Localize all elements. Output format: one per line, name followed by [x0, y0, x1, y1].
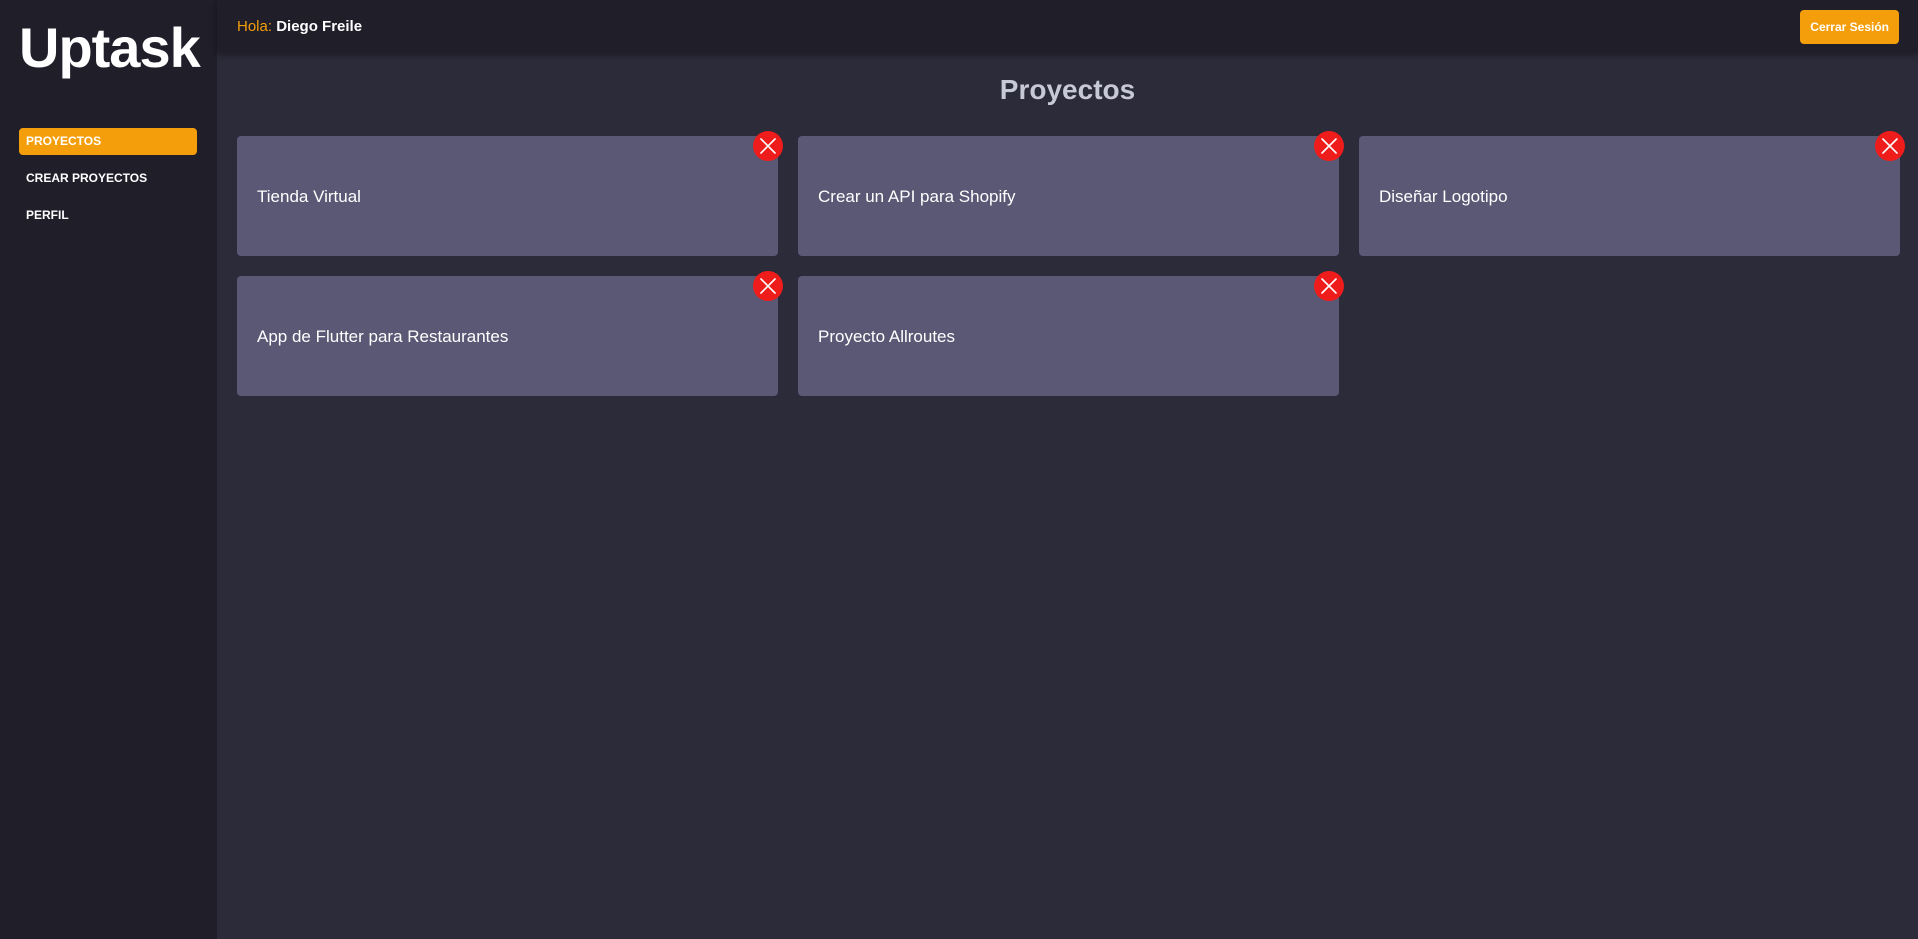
project-name: Tienda Virtual [257, 187, 361, 206]
app: Uptask PROYECTOS CREAR PROYECTOS PERFIL … [0, 0, 1918, 939]
project-card[interactable]: Tienda Virtual [237, 131, 783, 256]
sidebar-item-perfil[interactable]: PERFIL [19, 202, 197, 229]
sidebar-nav: PROYECTOS CREAR PROYECTOS PERFIL [19, 128, 197, 239]
sidebar-item-proyectos[interactable]: PROYECTOS [19, 128, 197, 155]
user-name: Diego Freile [276, 18, 363, 35]
delete-project-button[interactable] [1314, 271, 1344, 301]
close-icon [760, 138, 776, 154]
delete-project-button[interactable] [753, 131, 783, 161]
project-card[interactable]: App de Flutter para Restaurantes [237, 271, 783, 396]
delete-project-button[interactable] [1875, 131, 1905, 161]
close-icon [1321, 138, 1337, 154]
close-icon [1882, 138, 1898, 154]
project-card[interactable]: Crear un API para Shopify [798, 131, 1344, 256]
top-bar: Hola: Diego Freile Cerrar Sesión [217, 0, 1918, 53]
close-icon [760, 278, 776, 294]
project-name: Crear un API para Shopify [818, 187, 1016, 206]
project-card[interactable]: Proyecto Allroutes [798, 271, 1344, 396]
delete-project-button[interactable] [1314, 131, 1344, 161]
project-name: App de Flutter para Restaurantes [257, 327, 509, 346]
delete-project-button[interactable] [753, 271, 783, 301]
user-greeting: Hola: Diego Freile [237, 18, 362, 36]
page-title: Proyectos [999, 74, 1136, 105]
app-logo: Uptask [19, 16, 201, 79]
greeting-label: Hola: [237, 18, 273, 35]
logout-button[interactable]: Cerrar Sesión [1800, 10, 1899, 44]
close-icon [1321, 278, 1337, 294]
sidebar-item-crear-proyectos[interactable]: CREAR PROYECTOS [19, 165, 197, 192]
project-name: Proyecto Allroutes [818, 327, 956, 346]
project-name: Diseñar Logotipo [1379, 187, 1508, 206]
sidebar: Uptask PROYECTOS CREAR PROYECTOS PERFIL [0, 0, 217, 939]
project-card[interactable]: Diseñar Logotipo [1359, 131, 1905, 256]
project-grid: Tienda Virtual Crear un API para Shopify… [237, 131, 1905, 396]
